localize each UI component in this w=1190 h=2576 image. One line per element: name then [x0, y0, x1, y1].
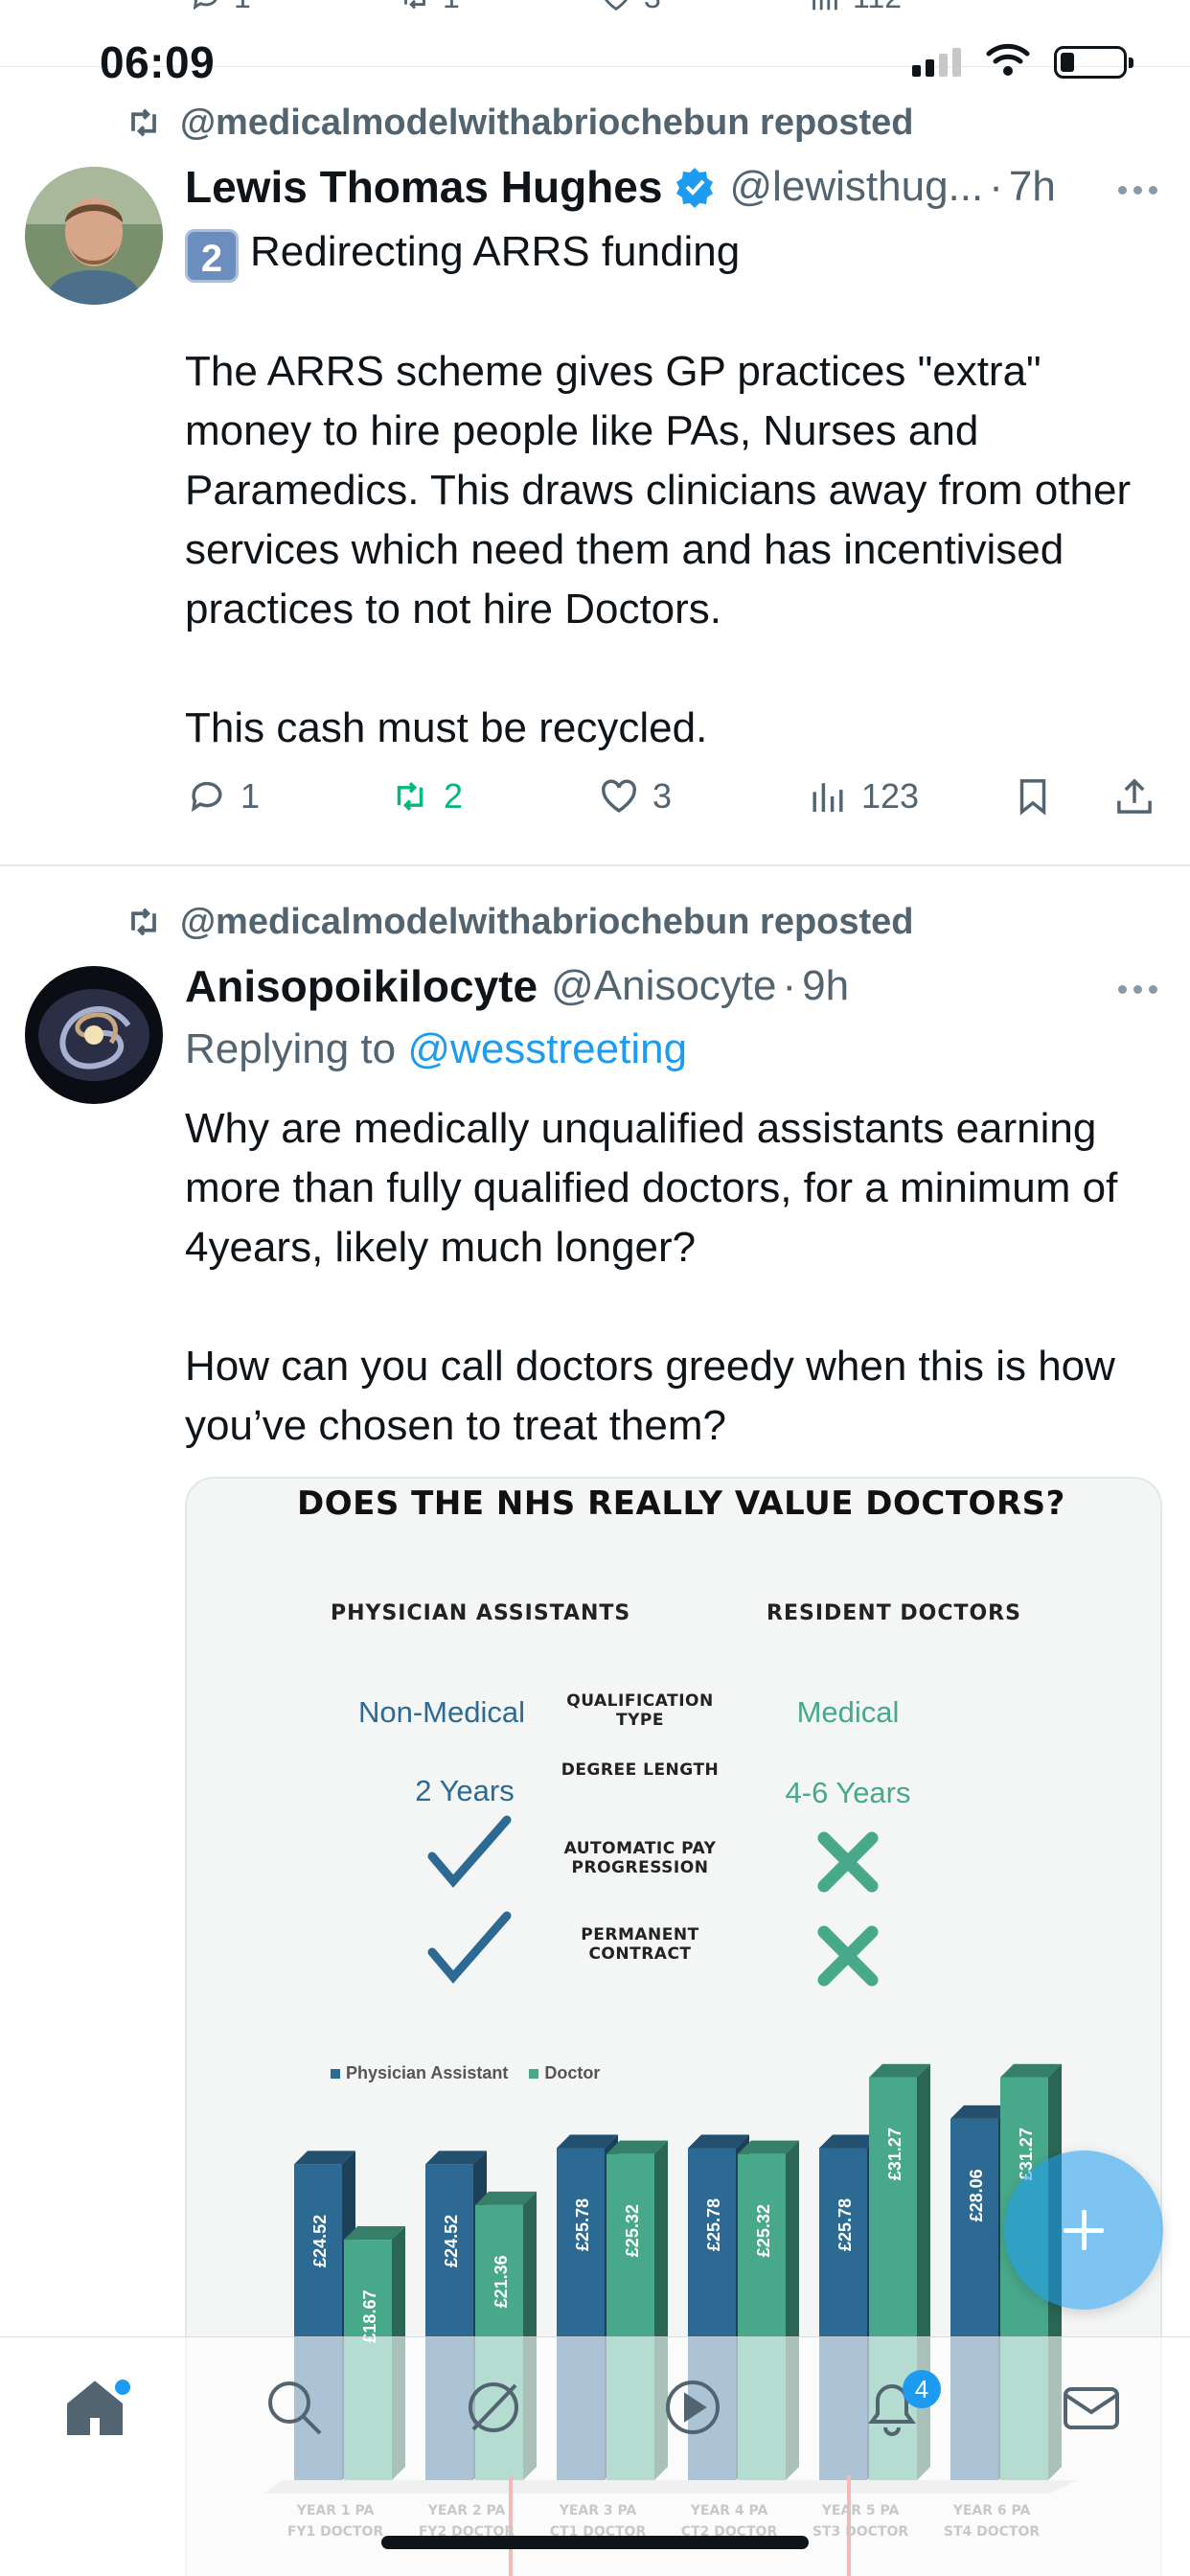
repost-icon	[131, 908, 156, 936]
nav-search[interactable]	[261, 2374, 337, 2450]
reposted-by-label: @medicalmodelwithabriochebun reposted	[180, 102, 914, 143]
bar-value-label: £24.52	[442, 2215, 461, 2267]
views-button[interactable]: 123	[806, 774, 919, 818]
play-icon	[666, 2380, 720, 2434]
prev-reply-button[interactable]: 1	[188, 0, 251, 15]
prev-repost-count: 1	[443, 0, 460, 15]
home-indicator	[381, 2536, 809, 2549]
prev-views-button[interactable]: 112	[807, 0, 902, 15]
prev-view-count: 112	[853, 0, 902, 15]
tweet-text: Why are medically unqualified assistants…	[185, 1105, 1118, 1449]
repost-icon	[404, 0, 425, 10]
author-name[interactable]: Anisopoikilocyte	[185, 960, 538, 1012]
more-options-icon[interactable]	[1118, 985, 1157, 994]
repost-count: 2	[444, 776, 464, 816]
avatar[interactable]	[25, 966, 163, 1104]
grok-icon	[469, 2382, 518, 2432]
repost-icon	[397, 781, 423, 812]
mail-icon	[1064, 2387, 1119, 2429]
reply-icon	[193, 0, 217, 11]
mention-link[interactable]: @wesstreeting	[407, 1025, 687, 1072]
compose-post-button[interactable]	[1004, 2150, 1163, 2310]
heart-icon	[602, 779, 636, 814]
bar-value-label: £25.32	[754, 2204, 773, 2257]
bar-value-label: £25.78	[835, 2198, 855, 2251]
bookmark-icon	[1019, 779, 1046, 816]
status-time: 06:09	[100, 37, 216, 87]
separator-dot: ·	[782, 962, 797, 1009]
bar-value-label: £25.78	[704, 2198, 723, 2251]
keycap-two-emoji: 2	[185, 229, 239, 283]
tweet-time[interactable]: 7h	[1009, 163, 1056, 211]
views-icon	[812, 783, 843, 813]
tweet-time[interactable]: 9h	[802, 962, 849, 1010]
tweet-text-block: 2 Redirecting ARRS funding The ARRS schem…	[185, 222, 1153, 758]
reply-count: 1	[240, 776, 261, 816]
home-new-dot	[115, 2380, 130, 2395]
reply-icon	[191, 781, 222, 813]
repost-indicator[interactable]: @medicalmodelwithabriochebun reposted	[123, 901, 914, 943]
bar-value-label: £31.27	[885, 2128, 904, 2180]
avatar-photo	[25, 167, 163, 305]
reposted-by-label: @medicalmodelwithabriochebun reposted	[180, 901, 914, 942]
notifications-badge: 4	[903, 2370, 941, 2408]
wifi-icon	[986, 43, 1030, 76]
like-count: 3	[652, 776, 673, 816]
tweet-text: Redirecting ARRS funding The ARRS scheme…	[185, 228, 1132, 751]
battery-icon	[1054, 46, 1133, 79]
share-button[interactable]	[1112, 774, 1156, 818]
prev-like-button[interactable]: 3	[598, 0, 661, 15]
tweet-actions: 1 2 3 123	[185, 774, 1161, 832]
nav-notifications[interactable]: 4	[858, 2370, 941, 2450]
views-icon	[812, 0, 837, 11]
heart-icon	[605, 0, 628, 12]
view-count: 123	[861, 776, 920, 816]
nav-video[interactable]	[659, 2374, 736, 2450]
like-button[interactable]: 3	[597, 774, 672, 818]
more-options-icon[interactable]	[1118, 186, 1157, 195]
search-icon	[268, 2381, 322, 2435]
reply-button[interactable]: 1	[185, 774, 260, 818]
avatar[interactable]	[25, 167, 163, 305]
bookmark-button[interactable]	[1011, 774, 1055, 818]
prev-reply-count: 1	[234, 0, 251, 15]
verified-badge-icon	[676, 168, 714, 208]
replying-to-label: Replying to	[185, 1025, 397, 1072]
tweet-header: Lewis Thomas Hughes @lewisthug... · 7h	[185, 161, 1161, 213]
author-handle[interactable]: @Anisocyte	[551, 962, 776, 1010]
repost-icon	[131, 108, 156, 137]
avatar-galaxy	[25, 966, 163, 1104]
nav-messages[interactable]	[1058, 2374, 1134, 2450]
repost-indicator[interactable]: @medicalmodelwithabriochebun reposted	[123, 102, 914, 144]
nav-home[interactable]	[61, 2374, 138, 2450]
author-name[interactable]: Lewis Thomas Hughes	[185, 161, 662, 213]
prev-repost-button[interactable]: 1	[397, 0, 460, 15]
tweet-header: Anisopoikilocyte @Anisocyte · 9h	[185, 960, 1161, 1012]
bar-value-label: £25.78	[573, 2198, 592, 2251]
status-bar: 06:09	[0, 33, 1190, 90]
nav-grok[interactable]	[460, 2374, 537, 2450]
replying-to-line: Replying to @wesstreeting	[185, 1025, 687, 1073]
bar-value-label: £18.67	[360, 2290, 379, 2343]
separator-dot: ·	[989, 163, 1003, 210]
bar-value-label: £25.32	[623, 2204, 642, 2257]
divider	[0, 864, 1190, 866]
prev-like-count: 3	[644, 0, 661, 15]
bar-value-label: £21.36	[492, 2255, 511, 2308]
author-handle[interactable]: @lewisthug...	[729, 163, 983, 211]
cellular-signal-icon	[912, 48, 961, 77]
share-icon	[1117, 778, 1152, 814]
bar-value-label: £24.52	[310, 2215, 330, 2267]
bar-value-label: £28.06	[967, 2169, 986, 2221]
repost-button[interactable]: 2	[388, 774, 463, 818]
